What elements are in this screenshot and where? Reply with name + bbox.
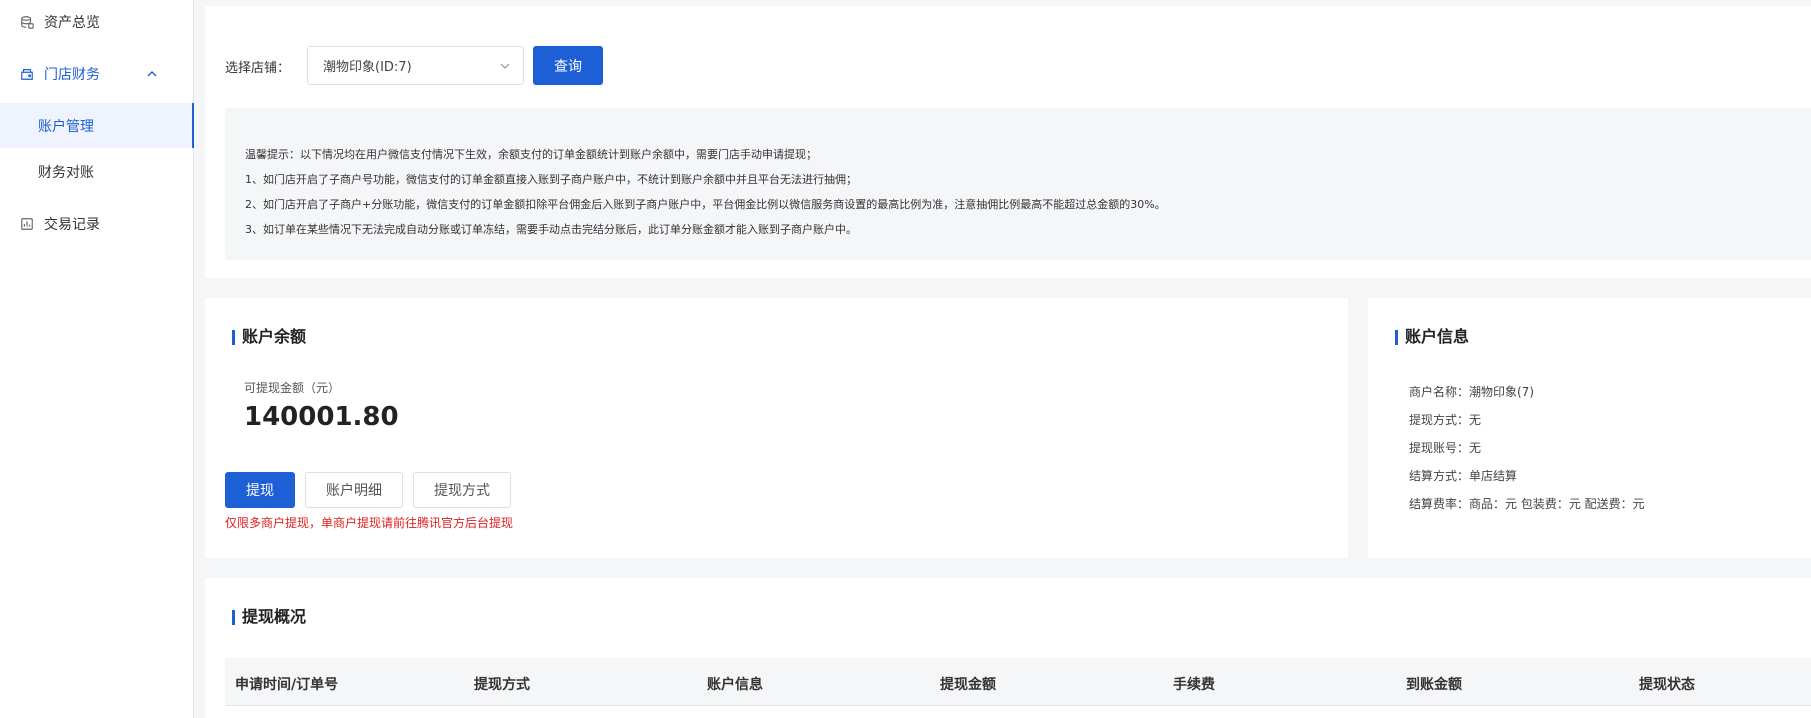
withdraw-warning: 仅限多商户提现，单商户提现请前往腾讯官方后台提现 <box>225 516 514 530</box>
column-header: 账户信息 <box>707 677 763 693</box>
tip-line: 3、如订单在某些情况下无法完成自动分账或订单冻结，需要手动点击完结分账后，此订单… <box>245 223 857 236</box>
account-info-title: 账户信息 <box>1395 327 1469 347</box>
withdraw-table-header: 申请时间/订单号 提现方式 账户信息 提现金额 手续费 到账金额 提现状态 <box>225 658 1811 706</box>
sidebar-item-label: 门店财务 <box>44 67 100 83</box>
column-header: 手续费 <box>1173 677 1215 693</box>
sidebar-item-finance-reconciliation[interactable]: 财务对账 <box>0 152 193 192</box>
store-select[interactable]: 潮物印象(ID:7) <box>307 46 524 85</box>
query-button[interactable]: 查询 <box>533 46 603 85</box>
sidebar-item-account-management[interactable]: 账户管理 <box>0 103 194 148</box>
overview-title: 提现概况 <box>232 607 306 627</box>
withdraw-method-button[interactable]: 提现方式 <box>413 472 511 508</box>
column-header: 到账金额 <box>1406 677 1462 693</box>
balance-amount: 140001.80 <box>244 402 399 432</box>
available-label: 可提现金额（元） <box>244 381 341 395</box>
wallet-icon <box>18 14 35 31</box>
account-detail-button[interactable]: 账户明细 <box>305 472 403 508</box>
tip-line: 温馨提示：以下情况均在用户微信支付情况下生效，余额支付的订单金额统计到账户余额中… <box>245 148 817 161</box>
sidebar: 资产总览 门店财务 账户管理 财务对账 交易记录 <box>0 0 194 718</box>
chart-icon <box>18 216 35 233</box>
store-select-label: 选择店铺： <box>225 61 291 76</box>
withdraw-button[interactable]: 提现 <box>225 472 295 508</box>
chevron-down-icon <box>500 63 510 69</box>
column-header: 提现状态 <box>1639 677 1695 693</box>
column-header: 申请时间/订单号 <box>235 677 339 693</box>
info-settlement-method: 结算方式：单店结算 <box>1409 469 1518 483</box>
info-withdraw-method: 提现方式：无 <box>1409 413 1482 427</box>
info-withdraw-account: 提现账号：无 <box>1409 441 1482 455</box>
info-settlement-rate: 结算费率：商品：元 包装费：元 配送费：元 <box>1409 497 1645 511</box>
column-header: 提现金额 <box>940 677 996 693</box>
tips-box: 温馨提示：以下情况均在用户微信支付情况下生效，余额支付的订单金额统计到账户余额中… <box>225 108 1811 260</box>
sidebar-item-label: 财务对账 <box>38 165 94 181</box>
info-merchant-name: 商户名称：潮物印象(7) <box>1409 385 1534 399</box>
store-select-value: 潮物印象(ID:7) <box>323 60 412 75</box>
sidebar-item-store-finance[interactable]: 门店财务 <box>0 54 193 94</box>
store-icon <box>18 66 35 83</box>
column-header: 提现方式 <box>474 677 530 693</box>
sidebar-item-label: 交易记录 <box>44 217 100 233</box>
balance-title: 账户余额 <box>232 327 306 347</box>
tip-line: 1、如门店开启了子商户号功能，微信支付的订单金额直接入账到子商户账户中，不统计到… <box>245 173 857 186</box>
sidebar-item-label: 资产总览 <box>44 15 100 31</box>
sidebar-item-label: 账户管理 <box>38 118 94 135</box>
sidebar-item-asset-overview[interactable]: 资产总览 <box>0 2 193 42</box>
tip-line: 2、如门店开启了子商户+分账功能，微信支付的订单金额扣除平台佣金后入账到子商户账… <box>245 198 1166 211</box>
sidebar-item-transaction-records[interactable]: 交易记录 <box>0 204 193 244</box>
chevron-up-icon <box>147 71 157 77</box>
